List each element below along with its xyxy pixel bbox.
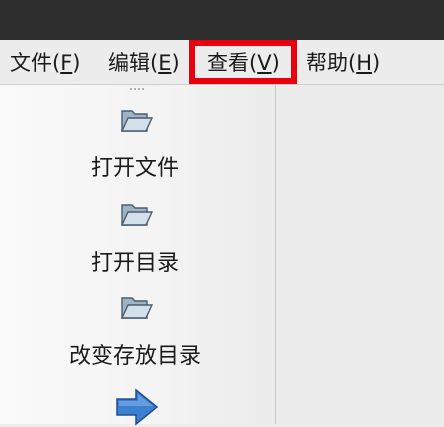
menu-file[interactable]: 文件(F) [10,40,81,84]
folder-open-icon[interactable] [118,290,154,324]
folder-open-icon[interactable] [118,103,154,137]
menu-edit[interactable]: 编辑(E) [108,40,180,84]
sidebar-item-open-file[interactable]: 打开文件 [0,150,270,182]
window-titlebar [0,0,444,40]
arrow-right-icon[interactable] [114,387,160,427]
sidebar-item-change-save-directory[interactable]: 改变存放目录 [0,338,270,370]
toolbar-grip[interactable] [129,87,145,91]
sidebar-item-open-directory[interactable]: 打开目录 [0,245,270,277]
menu-help[interactable]: 帮助(H) [306,40,380,84]
menubar: 文件(F) 编辑(E) 查看(V) 帮助(H) [0,40,444,85]
folder-open-icon[interactable] [118,197,154,231]
sidebar: 打开文件 打开目录 改变存放目录 [0,85,276,427]
main-panel [276,85,444,424]
menu-view[interactable]: 查看(V) [207,40,280,84]
